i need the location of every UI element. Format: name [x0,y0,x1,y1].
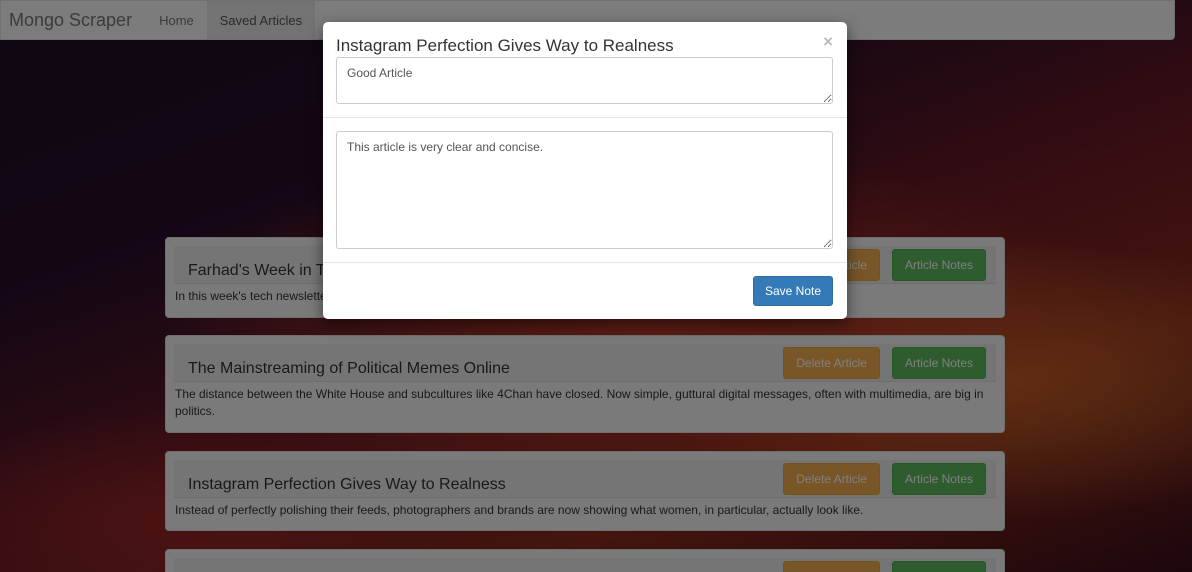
modal-divider [323,262,847,263]
close-icon[interactable]: × [823,32,833,52]
article-notes-modal: Instagram Perfection Gives Way to Realne… [323,22,847,319]
modal-divider [323,117,847,118]
save-note-button[interactable]: Save Note [753,276,833,306]
note-body-input[interactable]: This article is very clear and concise. [336,131,833,249]
note-title-input[interactable]: Good Article [336,57,833,104]
modal-title: Instagram Perfection Gives Way to Realne… [336,36,674,55]
